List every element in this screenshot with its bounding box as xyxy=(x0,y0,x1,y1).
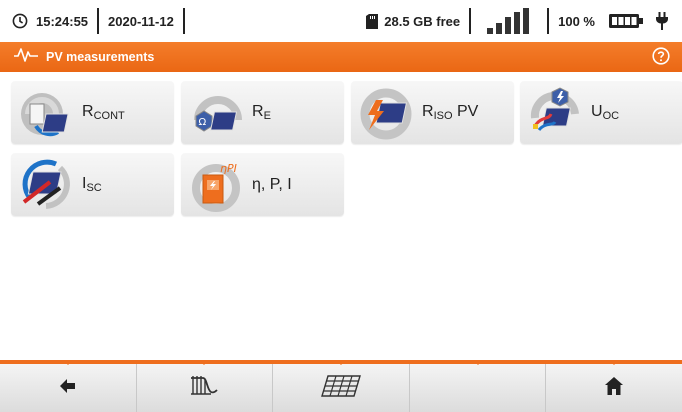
svg-text:Ω: Ω xyxy=(199,117,207,128)
tile-rcont[interactable]: RCONT xyxy=(11,81,174,144)
tile-label-sub: SC xyxy=(86,182,102,194)
tile-re[interactable]: Ω RE xyxy=(181,81,344,144)
tile-efficiency[interactable]: ηPI η, P, I xyxy=(181,153,344,216)
home-button[interactable] xyxy=(546,360,682,412)
status-time: 15:24:55 xyxy=(36,13,89,29)
signal-icon xyxy=(471,7,547,35)
tile-label-sub: CONT xyxy=(93,110,125,122)
waveform-icon xyxy=(14,47,38,68)
tile-label-main: R xyxy=(252,103,264,120)
storage-free: 28.5 GB free xyxy=(384,13,461,29)
earth-resistance-icon: Ω xyxy=(186,86,246,140)
battery-icon xyxy=(604,7,648,35)
continuity-icon xyxy=(16,86,76,140)
short-circuit-current-icon xyxy=(16,158,76,212)
empty-button[interactable] xyxy=(410,360,547,412)
status-bar: 15:24:55 2020-11-12 28.5 GB free 100 % xyxy=(0,0,682,42)
plug-icon xyxy=(648,7,682,35)
svg-text:ηPI: ηPI xyxy=(220,162,237,175)
sd-card-icon xyxy=(357,7,384,35)
divider xyxy=(182,8,185,34)
iv-curve-button[interactable] xyxy=(137,360,274,412)
clock-icon xyxy=(0,7,36,35)
tile-label: η, P, I xyxy=(252,175,292,193)
back-arrow-icon xyxy=(59,378,76,398)
tile-label-main: U xyxy=(591,103,603,120)
page-title: PV measurements xyxy=(46,50,155,64)
status-date: 2020-11-12 xyxy=(108,13,174,29)
tile-label-sub: ISO xyxy=(433,110,453,122)
bottom-toolbar xyxy=(0,360,682,412)
efficiency-icon: ηPI xyxy=(186,158,246,212)
tile-label-main: R xyxy=(82,103,94,120)
tile-label-suffix: PV xyxy=(452,103,479,120)
back-button[interactable] xyxy=(0,360,137,412)
insulation-icon xyxy=(356,86,416,140)
tile-riso-pv[interactable]: RISO PV xyxy=(351,81,514,144)
solar-panel-button[interactable] xyxy=(273,360,410,412)
tile-label-sub: OC xyxy=(602,110,620,122)
tile-uoc[interactable]: UOC xyxy=(520,81,682,144)
tile-isc[interactable]: ISC xyxy=(11,153,174,216)
title-bar: PV measurements xyxy=(0,42,682,72)
open-circuit-voltage-icon xyxy=(525,86,585,140)
help-icon[interactable] xyxy=(652,47,670,65)
tile-label-main: R xyxy=(422,103,434,120)
solar-panel-icon xyxy=(320,374,362,402)
tile-label-sub: E xyxy=(263,110,271,122)
iv-curve-icon xyxy=(189,374,219,403)
home-icon xyxy=(605,376,624,400)
battery-percent: 100 % xyxy=(558,13,595,29)
